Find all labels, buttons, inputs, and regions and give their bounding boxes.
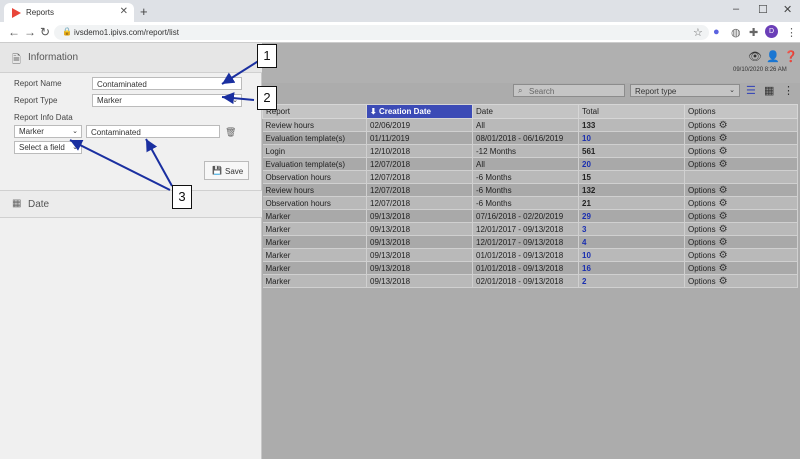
- callout-3: 3: [172, 185, 192, 209]
- arrow-2: [221, 92, 255, 105]
- callout-2: 2: [257, 86, 277, 110]
- callout-1: 1: [257, 44, 277, 68]
- arrow-1: [221, 59, 261, 85]
- annotation-arrows: [69, 59, 261, 191]
- arrow-3a: [69, 139, 171, 191]
